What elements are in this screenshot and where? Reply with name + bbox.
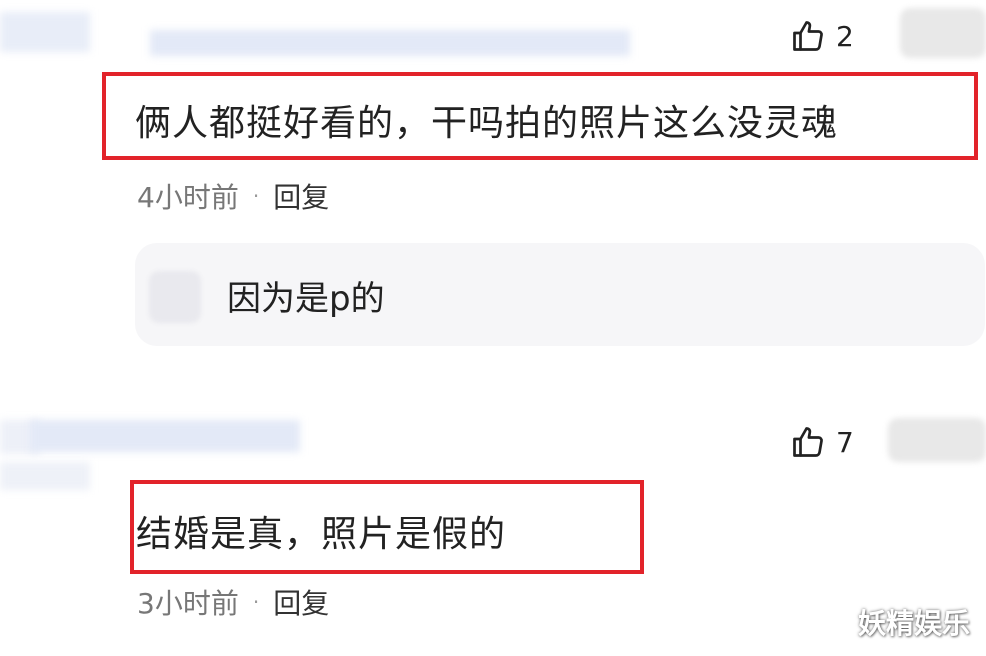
username-blur xyxy=(0,462,90,490)
timestamp: 3小时前 xyxy=(137,587,239,620)
like-button[interactable]: 2 xyxy=(790,18,854,54)
comment-text: 结婚是真，照片是假的 xyxy=(136,514,507,555)
username-blur xyxy=(150,30,630,56)
username-blur xyxy=(30,420,300,452)
avatar xyxy=(888,418,986,462)
timestamp: 4小时前 xyxy=(137,181,239,214)
comment-meta: 4小时前 · 回复 xyxy=(137,176,329,216)
comment-text: 俩人都挺好看的，干吗拍的照片这么没灵魂 xyxy=(135,103,839,144)
nested-reply-text: 因为是p的 xyxy=(227,279,385,319)
like-count: 7 xyxy=(836,425,854,459)
nested-reply[interactable]: 因为是p的 xyxy=(135,243,985,346)
comment-meta: 3小时前 · 回复 xyxy=(137,582,329,622)
avatar xyxy=(149,271,201,323)
thumbs-up-icon xyxy=(793,427,823,457)
thumbs-up-icon xyxy=(793,21,823,51)
like-button[interactable]: 7 xyxy=(790,424,854,460)
avatar xyxy=(900,8,986,58)
reply-button[interactable]: 回复 xyxy=(273,176,329,216)
username-blur xyxy=(0,12,90,52)
like-count: 2 xyxy=(836,19,854,53)
watermark: 妖精娱乐 xyxy=(857,607,970,640)
separator: · xyxy=(252,184,260,208)
separator: · xyxy=(252,590,260,614)
reply-button[interactable]: 回复 xyxy=(273,582,329,622)
